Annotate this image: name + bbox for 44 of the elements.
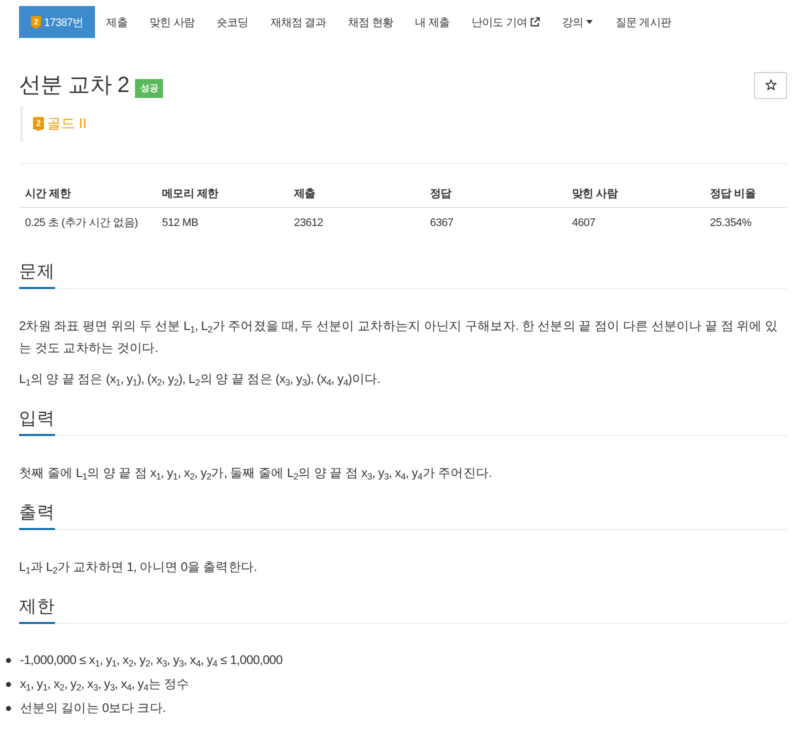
nav-tab[interactable]: 난이도 기여 <box>460 6 552 38</box>
nav-tab[interactable]: 내 제출 <box>404 6 460 38</box>
section-heading: 문제 <box>19 259 55 289</box>
tier-badge-icon: 2 <box>33 117 44 131</box>
table-cell: 25.354% <box>704 208 787 237</box>
bullet-icon <box>6 682 11 686</box>
paragraph: L$_{1}$과 L$_{2}$가 교차하면 1, 아니면 0을 출력한다. <box>19 559 258 578</box>
section-heading: 출력 <box>19 500 55 530</box>
list-item-text: -1,000,000 ≤ x$_{1}$, y$_{1}$, x$_{2}$, y$_{2}$, x$_{3}$, y$_{3}$, x$_{4}$, y$_{4}$ ≤ 1,000,000 <box>20 652 282 670</box>
caret-icon <box>586 20 594 24</box>
nav-tab[interactable]: 질문 게시판 <box>604 6 682 38</box>
table-cell: 4607 <box>566 208 704 237</box>
nav-tab[interactable]: 숏코딩 <box>205 6 260 38</box>
column-header: 제출 <box>288 164 424 208</box>
paragraph: 2차원 좌표 평면 위의 두 선분 L$_{1}$, L$_{2}$가 주어졌을 때, 두 선분이 교차하는지 아닌지 구해보자. 한 선분의 끝 점이 다른 선분이나 끝 점 위에 있는 것도 교차하는 것이다. <box>19 318 779 357</box>
column-header: 시간 제한 <box>19 164 156 208</box>
bullet-icon <box>6 706 11 710</box>
list-item-text: x$_{1}$, y$_{1}$, x$_{2}$, y$_{2}$, x$_{3}$, y$_{3}$, x$_{4}$, y$_{4}$는 정수 <box>20 676 190 694</box>
nav-tab[interactable]: 재채점 결과 <box>259 6 337 38</box>
nav-tab[interactable]: 강의 <box>551 6 604 38</box>
column-header: 정답 <box>424 164 566 208</box>
star-icon <box>764 79 776 91</box>
nav-tab[interactable]: 2 17387번 <box>19 6 96 38</box>
table-cell: 512 MB <box>156 208 288 237</box>
table-cell: 0.25 초 (추가 시간 없음) <box>19 208 156 237</box>
column-header: 정답 비율 <box>704 164 787 208</box>
paragraph: 첫째 줄에 L$_{1}$의 양 끝 점 x$_{1}$, y$_{1}$, x$_{2}$, y$_{2}$가, 둘째 줄에 L$_{2}$의 양 끝 점 x$_{3}$, y$_{3}$, x$_{4}$, y$_{4}$가 주어진다. <box>19 465 493 484</box>
list-item-text: 선분의 길이는 0보다 크다. <box>20 700 166 717</box>
tier-badge-icon: 2 <box>31 16 41 28</box>
section-heading: 제한 <box>19 594 55 624</box>
column-header: 메모리 제한 <box>156 164 288 208</box>
table-cell: 23612 <box>288 208 424 237</box>
result-badge: 성공 <box>135 78 164 98</box>
column-header: 맞힌 사람 <box>566 164 704 208</box>
favorite-button[interactable] <box>754 72 787 98</box>
nav-tab[interactable]: 제출 <box>95 6 138 38</box>
external-link-icon <box>530 17 540 27</box>
section-heading: 입력 <box>19 406 55 436</box>
table-cell: 6367 <box>424 208 566 237</box>
bullet-icon <box>6 658 11 662</box>
problem-title: 선분 교차 2 <box>19 71 130 99</box>
nav-tab[interactable]: 맞힌 사람 <box>138 6 206 38</box>
nav-tab[interactable]: 채점 현황 <box>336 6 404 38</box>
paragraph: L$_{1}$의 양 끝 점은 (x$_{1}$, y$_{1}$), (x$_{2}$, y$_{2}$), L$_{2}$의 양 끝 점은 (x$_{3}$, y$_{3}$), (x$_{4}$, y$_{4}$)이다. <box>19 371 382 390</box>
